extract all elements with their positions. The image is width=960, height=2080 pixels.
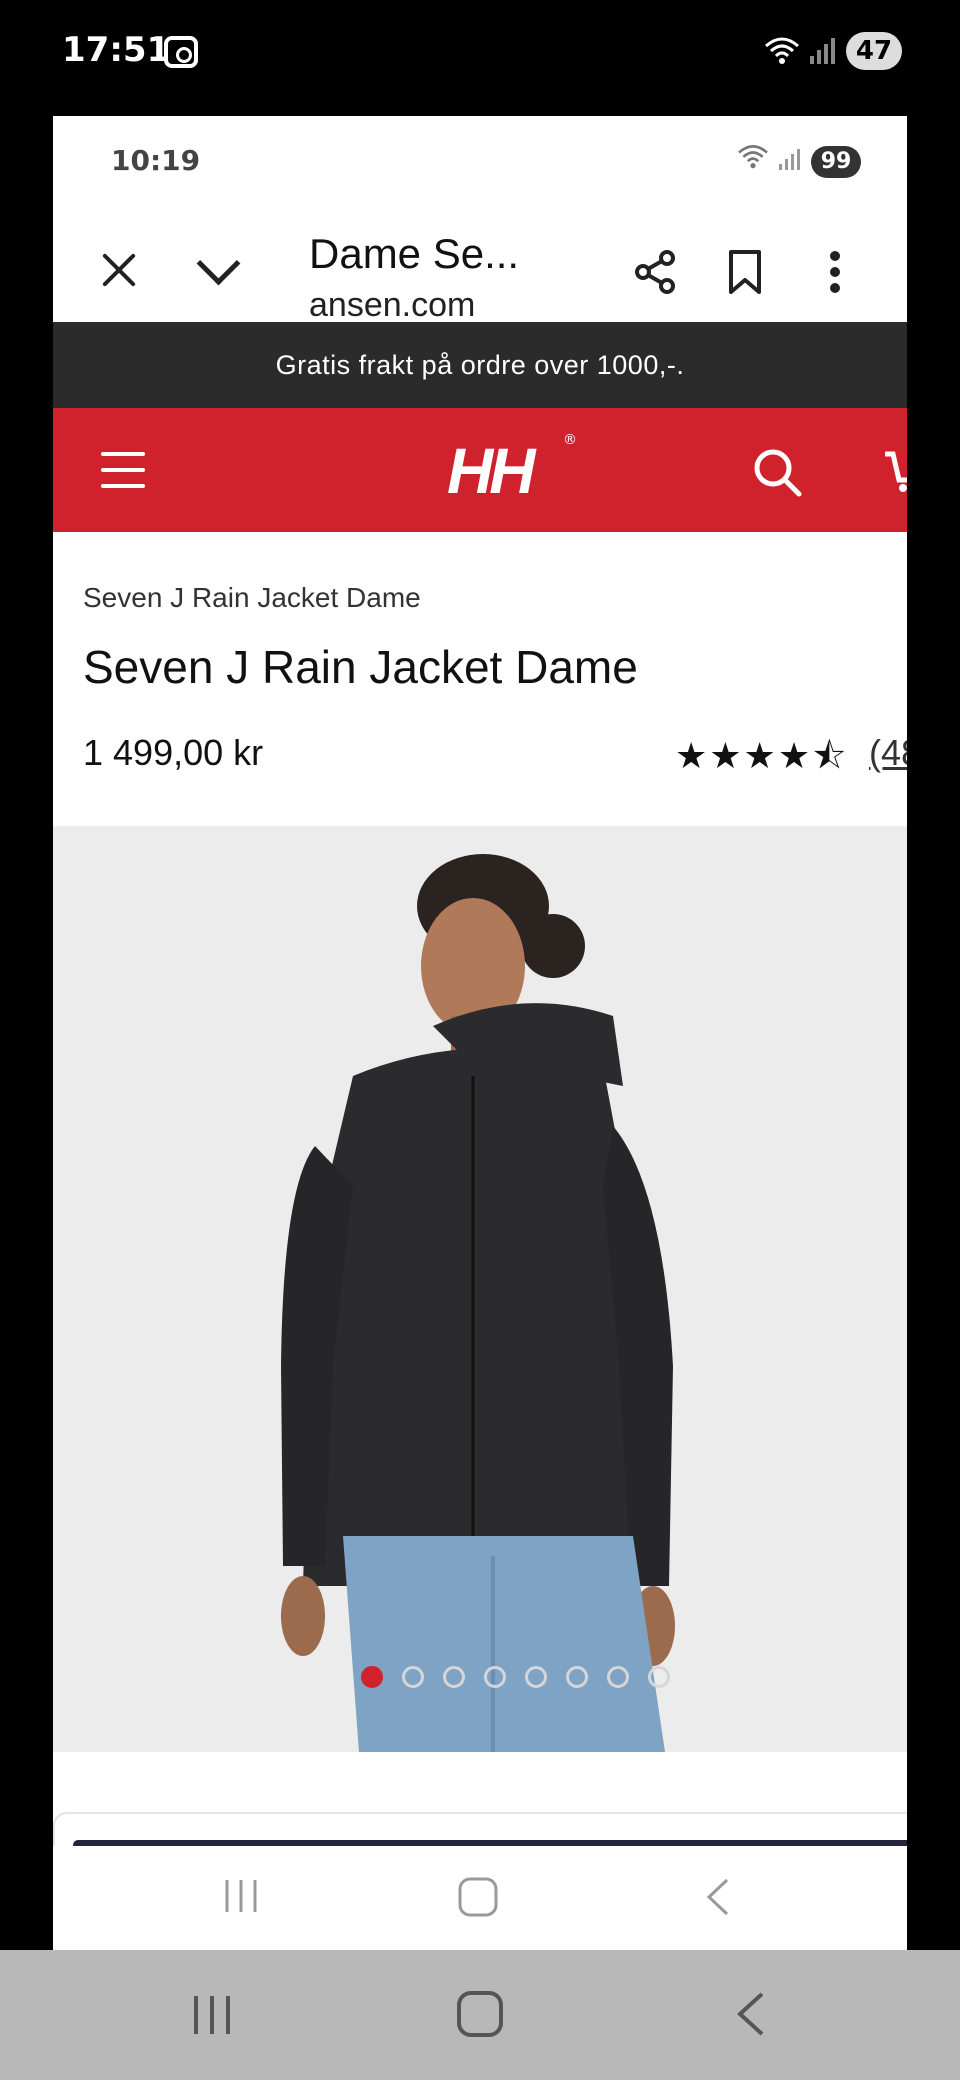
more-vertical-icon[interactable] — [827, 248, 843, 296]
carousel-dot[interactable] — [648, 1666, 670, 1688]
search-icon[interactable] — [751, 446, 803, 498]
logo-registered-mark: ® — [563, 432, 577, 448]
site-header: HH ® — [53, 408, 907, 532]
menu-icon[interactable] — [101, 452, 145, 488]
carousel-dot[interactable] — [484, 1666, 506, 1688]
back-icon[interactable] — [703, 1876, 733, 1922]
bookmark-icon[interactable] — [725, 248, 765, 296]
system-status-bar: 17:51 47 — [0, 0, 960, 110]
recents-icon[interactable] — [190, 1992, 234, 2042]
inner-navigation-bar — [53, 1846, 907, 1960]
recents-icon[interactable] — [221, 1876, 261, 1920]
browser-url[interactable]: ansen.com — [309, 286, 475, 325]
home-icon[interactable] — [456, 1990, 504, 2042]
carousel-dot[interactable] — [361, 1666, 383, 1688]
chevron-down-icon[interactable] — [195, 246, 239, 290]
carousel-dot[interactable] — [443, 1666, 465, 1688]
promo-banner: Gratis frakt på ordre over 1000,-. — [53, 322, 907, 408]
image-carousel-dots — [361, 1666, 670, 1688]
product-price: 1 499,00 kr — [83, 732, 264, 773]
rating-stars: ★★★★⯪ — [675, 736, 849, 777]
system-navigation-bar — [0, 1950, 960, 2080]
breadcrumb[interactable]: Seven J Rain Jacket Dame — [83, 582, 421, 614]
wifi-icon — [764, 34, 800, 73]
cart-icon[interactable] — [883, 446, 907, 496]
browser-page-title: Dame Se... — [309, 230, 520, 277]
back-icon[interactable] — [734, 1990, 768, 2042]
battery-indicator: 47 — [846, 32, 902, 70]
screenshot-icon — [164, 36, 198, 68]
carousel-dot[interactable] — [566, 1666, 588, 1688]
carousel-dot[interactable] — [607, 1666, 629, 1688]
product-title: Seven J Rain Jacket Dame — [83, 641, 638, 693]
brand-logo[interactable]: HH — [447, 434, 535, 507]
carousel-dot[interactable] — [402, 1666, 424, 1688]
share-icon[interactable] — [631, 248, 679, 296]
inner-time: 10:19 — [111, 144, 201, 177]
signal-icon — [779, 148, 800, 170]
product-image[interactable] — [53, 826, 907, 1752]
wifi-icon — [737, 142, 769, 177]
signal-icon — [810, 36, 835, 64]
browser-toolbar: Dame Se... ansen.com — [53, 196, 907, 325]
review-count-link[interactable]: (48 — [869, 732, 907, 774]
home-icon[interactable] — [457, 1876, 499, 1922]
phone-screen: 10:19 99 Dame Se... ansen.com Gratis fra… — [53, 116, 907, 1960]
product-photo — [281, 854, 675, 1752]
close-icon[interactable] — [97, 248, 141, 292]
inner-battery-indicator: 99 — [811, 146, 861, 178]
inner-status-bar: 10:19 99 — [53, 116, 907, 196]
carousel-dot[interactable] — [525, 1666, 547, 1688]
system-time: 17:51 — [62, 30, 171, 70]
